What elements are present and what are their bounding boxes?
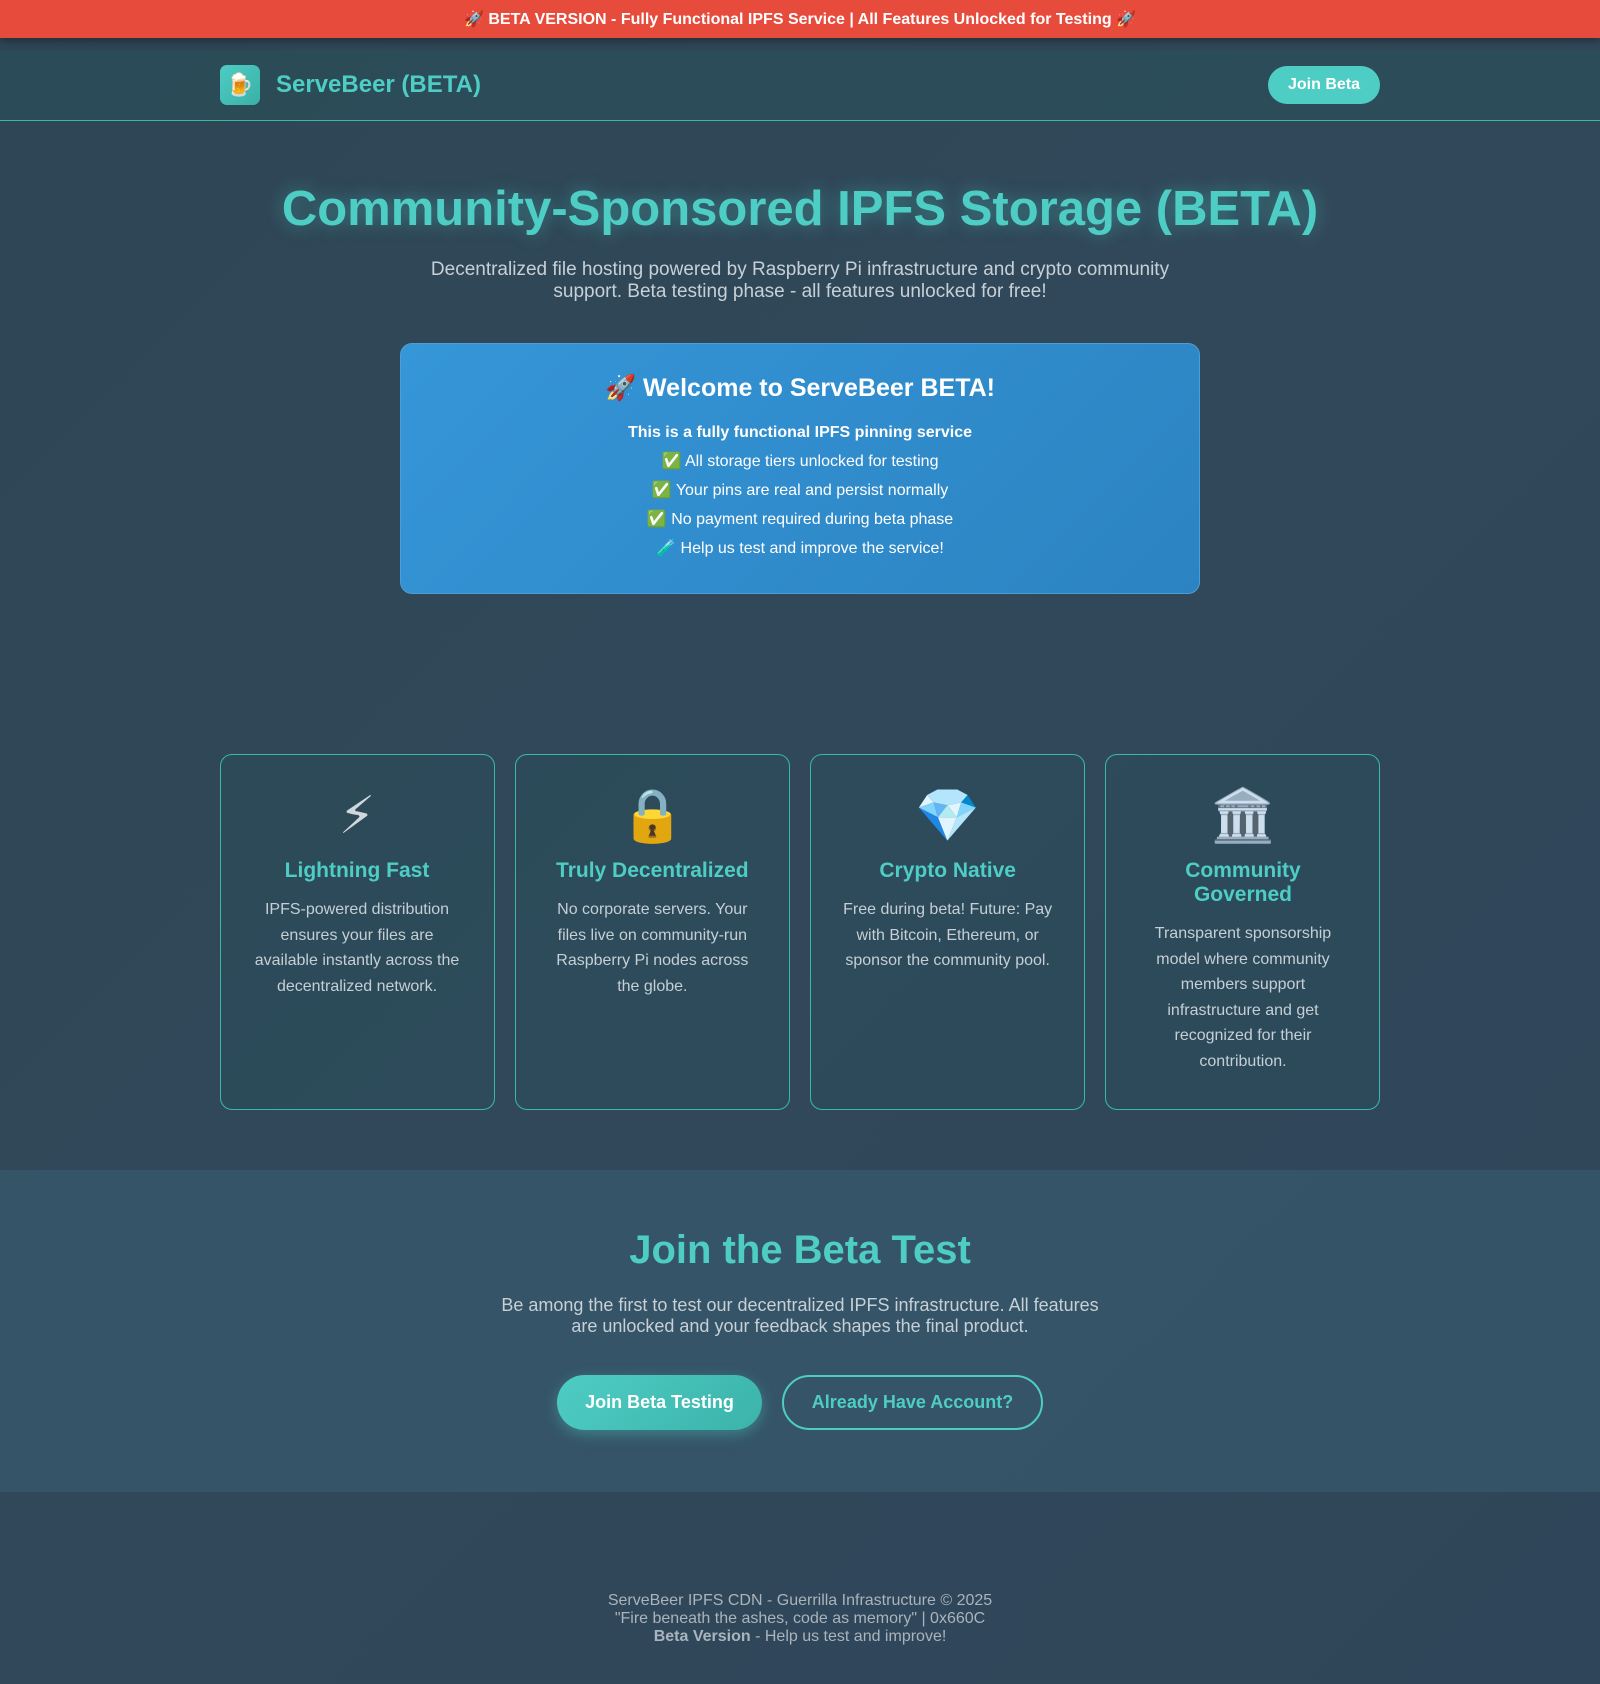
feature-card-community-governed: 🏛️ Community Governed Transparent sponso… (1105, 754, 1381, 1110)
brand[interactable]: 🍺 ServeBeer (BETA) (220, 65, 481, 105)
beta-banner: 🚀 BETA VERSION - Fully Functional IPFS S… (0, 0, 1600, 38)
hero-subtitle: Decentralized file hosting powered by Ra… (430, 259, 1170, 302)
feature-card-lightning-fast: ⚡ Lightning Fast IPFS-powered distributi… (219, 754, 495, 1110)
welcome-title: 🚀 Welcome to ServeBeer BETA! (604, 374, 996, 402)
feature-card-truly-decentralized: 🔒 Truly Decentralized No corporate serve… (514, 754, 790, 1110)
join-beta-button[interactable]: Join Beta (1267, 66, 1380, 104)
footer-motto: "Fire beneath the ashes, code as memory"… (614, 1610, 986, 1627)
lock-icon: 🔒 (619, 787, 685, 845)
cta-text: Be among the first to test our decentral… (501, 1295, 1099, 1336)
footer-beta-note: Beta Version - Help us test and improve! (0, 1628, 1600, 1646)
gem-icon: 💎 (915, 787, 981, 845)
cta-buttons: Join Beta Testing Already Have Account? (0, 1375, 1600, 1430)
feature-text: IPFS-powered distribution ensures your f… (254, 901, 460, 995)
feature-title: Crypto Native (879, 859, 1016, 882)
join-beta-testing-button[interactable]: Join Beta Testing (557, 1375, 762, 1430)
feature-text: Free during beta! Future: Pay with Bitco… (843, 901, 1053, 969)
lightning-icon: ⚡ (338, 787, 376, 845)
feature-title: Lightning Fast (284, 859, 430, 882)
feature-title: Community Governed (1185, 859, 1301, 906)
hero-title: Community-Sponsored IPFS Storage (BETA) (281, 182, 1319, 236)
welcome-line: 🧪 Help us test and improve the service! (656, 540, 944, 557)
welcome-intro: This is a fully functional IPFS pinning … (627, 424, 973, 441)
site-footer: ServeBeer IPFS CDN - Guerrilla Infrastru… (0, 1592, 1600, 1646)
footer-beta-text: - Help us test and improve! (750, 1628, 947, 1645)
feature-title: Truly Decentralized (556, 859, 749, 882)
welcome-line: ✅ Your pins are real and persist normall… (651, 482, 949, 499)
beer-logo-icon: 🍺 (220, 65, 260, 105)
site-header: 🍺 ServeBeer (BETA) Join Beta (0, 50, 1600, 121)
footer-copyright: ServeBeer IPFS CDN - Guerrilla Infrastru… (607, 1592, 993, 1609)
already-have-account-button[interactable]: Already Have Account? (782, 1375, 1043, 1430)
features-grid: ⚡ Lightning Fast IPFS-powered distributi… (219, 754, 1381, 1110)
feature-text: No corporate servers. Your files live on… (556, 901, 749, 995)
welcome-line: ✅ All storage tiers unlocked for testing (661, 453, 939, 470)
footer-beta-label: Beta Version (653, 1628, 751, 1645)
classical-building-icon: 🏛️ (1210, 787, 1276, 845)
cta-title: Join the Beta Test (629, 1228, 971, 1272)
welcome-box: 🚀 Welcome to ServeBeer BETA! This is a f… (400, 343, 1200, 594)
hero-section: Community-Sponsored IPFS Storage (BETA) … (0, 121, 1600, 594)
feature-text: Transparent sponsorship model where comm… (1154, 925, 1332, 1070)
cta-section: Join the Beta Test Be among the first to… (0, 1170, 1600, 1492)
welcome-line: ✅ No payment required during beta phase (646, 511, 954, 528)
feature-card-crypto-native: 💎 Crypto Native Free during beta! Future… (810, 754, 1086, 1110)
brand-name: ServeBeer (BETA) (276, 71, 481, 98)
